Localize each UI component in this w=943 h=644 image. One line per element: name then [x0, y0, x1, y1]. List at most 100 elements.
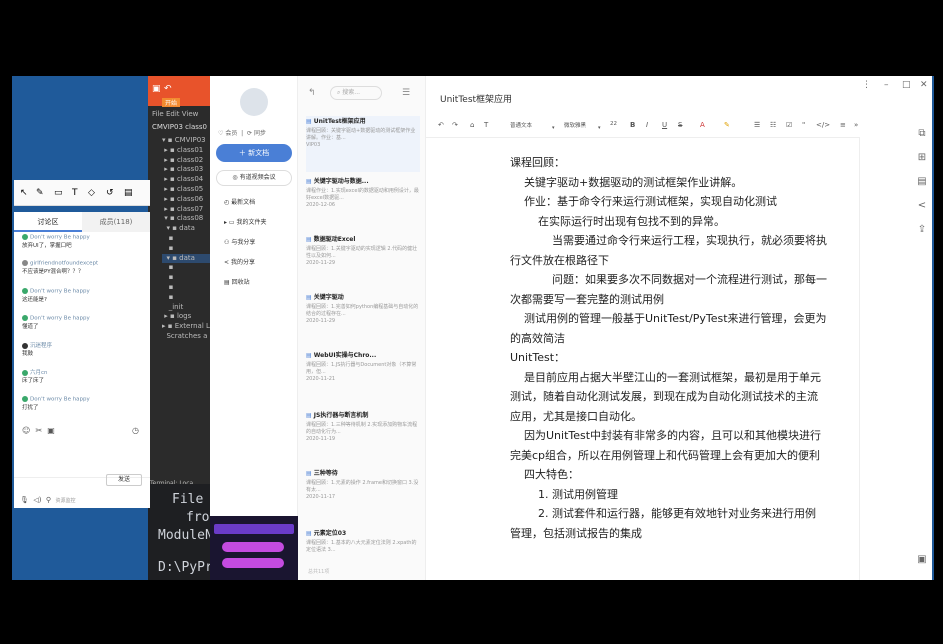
trash-icon[interactable]: ▤ — [124, 188, 133, 198]
tree-item[interactable]: ▾ ▪ data — [162, 253, 216, 264]
more-tools-icon[interactable]: » — [854, 121, 858, 129]
code-icon[interactable]: </> — [816, 121, 830, 129]
stats-icon[interactable]: ⚲ — [46, 496, 51, 504]
export-icon[interactable]: ⇪ — [916, 224, 928, 236]
project-name[interactable]: CMVIP03 — [152, 123, 183, 131]
tree-item[interactable]: ▸ ▪ class01 — [162, 146, 216, 156]
tree-item[interactable]: ▪ — [162, 283, 216, 293]
tab-members[interactable]: 成员(118) — [82, 212, 150, 232]
save-icon[interactable]: ▣ — [152, 84, 161, 94]
style-select[interactable]: 普通文本 — [510, 121, 532, 129]
nav-shared-with-me[interactable]: ⚇ 与我分享 — [224, 237, 255, 249]
note-item[interactable]: ▤ 元素定位03 课程回顾：1.基本的八大元素定位法则 2.xpath的定位语法… — [306, 528, 420, 584]
scissors-icon[interactable]: ✂ — [35, 426, 42, 435]
menu-edit[interactable]: Edit — [166, 110, 180, 118]
tree-item[interactable]: ▪ — [162, 263, 216, 273]
tree-item[interactable]: ▪ — [162, 234, 216, 244]
tree-item[interactable]: ▪ — [162, 273, 216, 283]
tree-item[interactable]: ▸ ▪ External Lib — [162, 322, 216, 332]
search-input[interactable]: ⌕ 搜索... — [330, 86, 382, 100]
close-icon[interactable]: ✕ — [920, 80, 928, 90]
avatar[interactable] — [240, 88, 268, 116]
tree-item[interactable]: ▾ ▪ class08 — [162, 214, 216, 224]
note-item[interactable]: ▤ 三种等待 课程回顾：1.元素的操作 2.frame和切换窗口 3.没有太..… — [306, 468, 420, 524]
note-item[interactable]: ▤ 数据驱动Excel 课程回顾：1.关键字驱动的实现逻辑 2.代码的健壮性以及… — [306, 234, 420, 290]
tree-item[interactable]: ▸ ▪ class02 — [162, 156, 216, 166]
new-doc-button[interactable]: ＋ 新文档 — [216, 144, 292, 162]
note-item[interactable]: ▤ 关键字驱动 课程回顾：1.完善如何python编程基础与自动化的结合的过程存… — [306, 292, 420, 348]
back-icon[interactable]: ↰ — [308, 88, 316, 98]
font-select[interactable]: 微软雅黑 — [564, 121, 586, 129]
insert-icon[interactable]: ⊞ — [916, 152, 928, 164]
tree-item[interactable]: ▸ ▪ class04 — [162, 175, 216, 185]
underline-icon[interactable]: U — [662, 121, 667, 129]
tree-item[interactable]: _init — [162, 303, 216, 313]
outline-icon[interactable]: ▤ — [916, 176, 928, 188]
share-icon[interactable]: < — [916, 200, 928, 212]
quote-icon[interactable]: " — [802, 121, 805, 129]
note-item[interactable]: ▤ JS执行器与断言机制 课程回顾：1.三种等待机制 2.实现添加购物车流程的自… — [306, 410, 420, 466]
tree-item[interactable]: ▸ ▪ class06 — [162, 195, 216, 205]
tree-item[interactable]: ▾ ▪ data — [162, 224, 216, 234]
note-item[interactable]: ▤ UnitTest框架应用 课程回顾：关键字驱动+数据驱动的测试框架作业讲解。… — [306, 116, 420, 172]
speaker-icon[interactable]: ◁) — [33, 496, 41, 504]
bullet-list-icon[interactable]: ☰ — [754, 121, 760, 129]
resource-monitor[interactable]: 资源监控 — [56, 498, 76, 504]
tree-item[interactable]: Scratches a — [162, 332, 216, 342]
nav-my-folders[interactable]: ▸ ▭ 我的文件夹 — [224, 217, 267, 229]
tab-discussion[interactable]: 讨论区 — [14, 212, 82, 232]
ad-banner[interactable] — [210, 516, 298, 580]
nav-my-shares[interactable]: < 我的分享 — [224, 257, 255, 269]
text-icon[interactable]: T — [72, 188, 78, 198]
panel-icon[interactable]: ▣ — [916, 554, 928, 566]
pen-icon[interactable]: ✎ — [36, 188, 44, 198]
note-item[interactable]: ▤ 关键字驱动与数据... 课程作业：1.实现excel的数据驱动和用例设计，最… — [306, 176, 420, 232]
emoji-icon[interactable]: ☺ — [22, 426, 30, 435]
tree-item[interactable]: ▪ — [162, 244, 216, 254]
pointer-icon[interactable]: ↖ — [20, 188, 28, 198]
numbered-list-icon[interactable]: ☷ — [770, 121, 776, 129]
italic-icon[interactable]: I — [646, 121, 648, 129]
video-meeting-button[interactable]: ◎ 有道视频会议 — [216, 170, 292, 186]
tree-item[interactable]: ▸ ▪ class03 — [162, 165, 216, 175]
chat-input[interactable] — [14, 436, 150, 478]
project-tab[interactable]: class0 — [185, 123, 207, 131]
align-icon[interactable]: ≡ — [840, 121, 846, 129]
copy-icon[interactable]: ⧉ — [916, 128, 928, 140]
checkbox-icon[interactable]: ☑ — [786, 121, 792, 129]
menu-file[interactable]: File — [152, 110, 164, 118]
redo-icon[interactable]: ↷ — [452, 121, 458, 129]
history-icon[interactable]: ◷ — [132, 426, 139, 435]
nav-recent[interactable]: ◴ 最新文档 — [224, 197, 255, 209]
member-link[interactable]: 会员 — [225, 130, 237, 137]
size-select[interactable]: 22 — [610, 121, 617, 127]
note-item[interactable]: ▤ WebUI实操与Chro... 课程回顾：1.JS执行器与Document对… — [306, 350, 420, 406]
bold-icon[interactable]: B — [630, 121, 635, 129]
image-icon[interactable]: ▣ — [47, 426, 55, 435]
tree-item[interactable]: ▸ ▪ logs — [162, 312, 216, 322]
rectangle-icon[interactable]: ▭ — [54, 188, 63, 198]
minimize-icon[interactable]: – — [884, 80, 889, 90]
sync-link[interactable]: 同步 — [254, 130, 266, 137]
strikethrough-icon[interactable]: S — [678, 121, 682, 129]
menu-view[interactable]: View — [182, 110, 199, 118]
maximize-icon[interactable]: □ — [902, 80, 911, 90]
terminal-output[interactable]: File fro ModuleNo D:\PyPro — [148, 484, 216, 580]
tree-item[interactable]: ▪ — [162, 293, 216, 303]
tree-item[interactable]: ▾ ▪ CMVIP03 — [162, 136, 216, 146]
nav-trash[interactable]: ▤ 回收站 — [224, 277, 250, 289]
doc-title[interactable]: UnitTest框架应用 — [440, 92, 512, 105]
sort-icon[interactable]: ☰ — [402, 88, 410, 98]
tree-item[interactable]: ▸ ▪ class07 — [162, 205, 216, 215]
font-color-icon[interactable]: A — [700, 121, 705, 129]
more-icon[interactable]: ⋮ — [862, 80, 871, 90]
format-painter-icon[interactable]: ⌂ — [470, 121, 474, 129]
start-tab[interactable]: 开始 — [162, 98, 181, 107]
document-body[interactable]: 课程回顾： 关键字驱动+数据驱动的测试框架作业讲解。 作业：基于命令行来运行测试… — [426, 138, 860, 580]
send-button[interactable]: 发送 — [106, 474, 142, 486]
mic-icon[interactable]: 🎙 — [20, 496, 29, 504]
tree-item[interactable]: ▸ ▪ class05 — [162, 185, 216, 195]
eraser-icon[interactable]: ◇ — [88, 188, 95, 198]
undo-icon[interactable]: ↺ — [106, 188, 114, 198]
undo-icon[interactable]: ↶ — [164, 84, 172, 94]
